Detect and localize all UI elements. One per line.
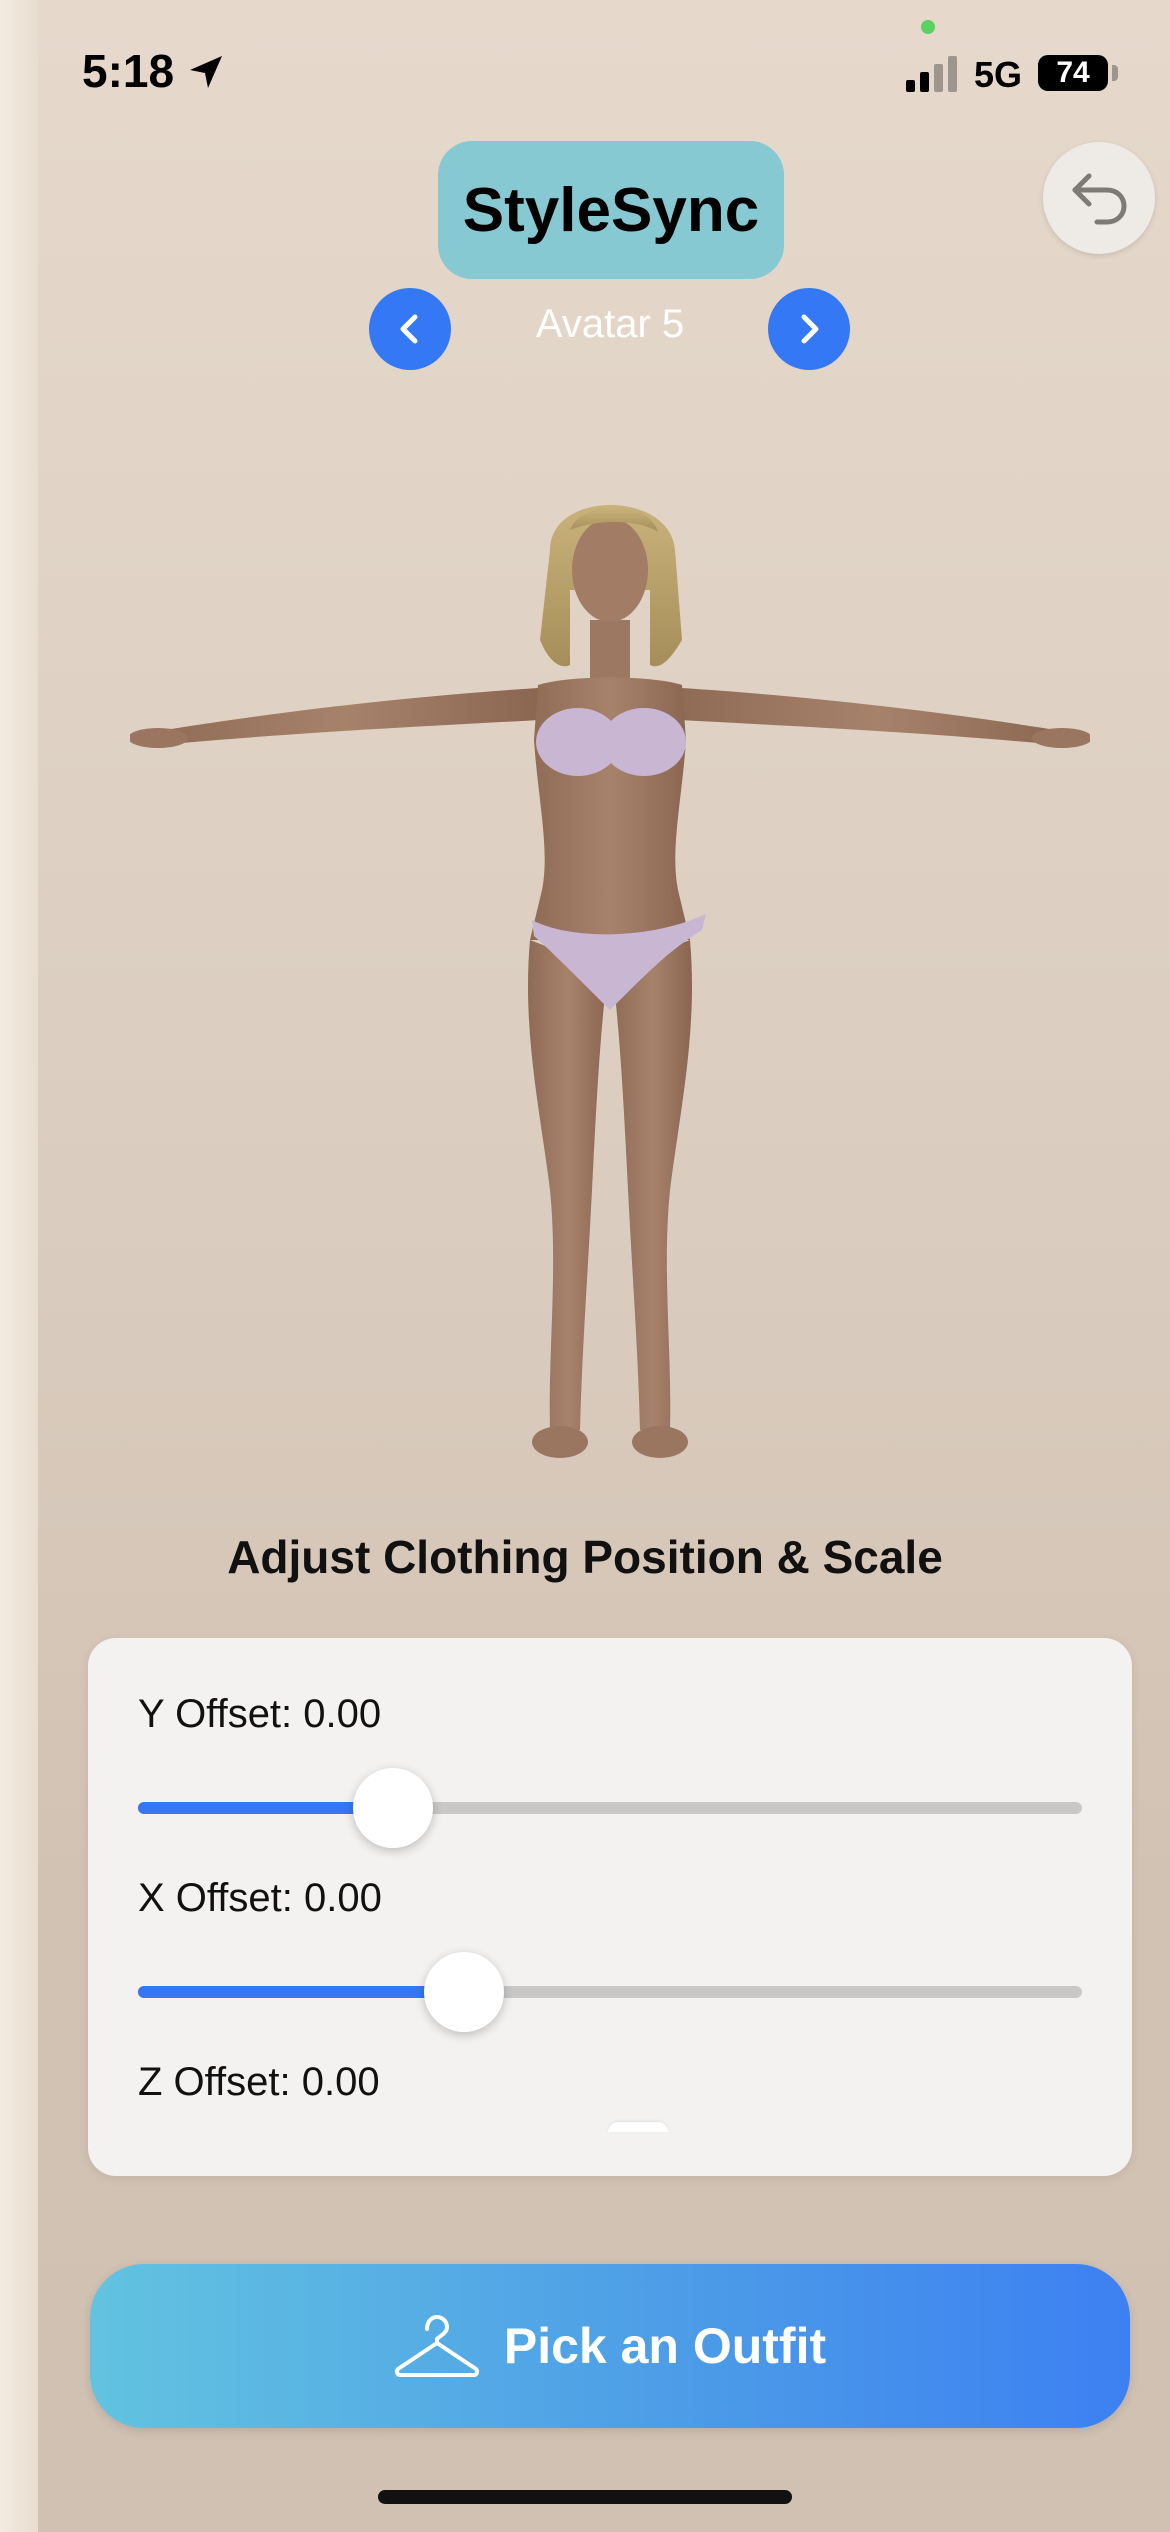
location-arrow-icon (190, 56, 222, 88)
pick-outfit-label: Pick an Outfit (503, 2318, 827, 2374)
avatar-name: Avatar 5 (535, 302, 685, 346)
y-offset-thumb[interactable] (352, 1768, 433, 1848)
x-offset-slider[interactable] (138, 1986, 1082, 1998)
chevron-right-icon (801, 314, 819, 344)
avatar-3d-model[interactable] (130, 470, 1090, 1530)
adjust-section-title: Adjust Clothing Position & Scale (227, 1531, 943, 1583)
network-type: 5G (974, 54, 1023, 95)
signal-strength-icon (906, 56, 957, 92)
chevron-left-icon (400, 314, 418, 344)
y-offset-label: Y Offset: 0.00 (138, 1692, 382, 1736)
x-offset-fill (138, 1986, 464, 1998)
z-offset-label: Z Offset: 0.00 (138, 2060, 380, 2104)
status-time: 5:18 (82, 45, 175, 97)
home-indicator (378, 2490, 792, 2504)
y-offset-slider[interactable] (138, 1802, 1082, 1814)
next-avatar-button[interactable] (768, 288, 850, 370)
pick-outfit-button[interactable]: Pick an Outfit (90, 2264, 1130, 2428)
z-offset-thumb[interactable] (608, 2122, 668, 2132)
screen-edge (0, 0, 38, 2532)
undo-button[interactable] (1043, 142, 1155, 254)
undo-icon (1072, 173, 1127, 225)
previous-avatar-button[interactable] (369, 288, 451, 370)
x-offset-thumb[interactable] (423, 1952, 504, 2032)
hanger-icon (394, 2314, 479, 2377)
camera-indicator (921, 20, 935, 34)
app-title-badge: StyleSync (438, 141, 784, 279)
battery-cap (1112, 65, 1118, 81)
offset-sliders-panel: Y Offset: 0.00 X Offset: 0.00 Z Offset: … (88, 1638, 1132, 2176)
battery-icon: 74 (1038, 55, 1108, 91)
x-offset-label: X Offset: 0.00 (138, 1876, 382, 1920)
app-title: StyleSync (462, 175, 760, 245)
battery-level: 74 (1056, 56, 1090, 89)
